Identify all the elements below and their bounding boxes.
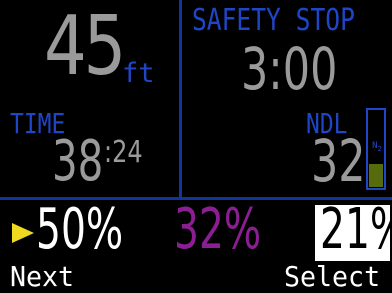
n2-gauge-fill <box>369 163 383 187</box>
n2-gauge-label: N2 <box>372 141 382 153</box>
n2-tissue-gauge: N2 <box>366 108 386 190</box>
depth-value: 45 <box>44 0 126 94</box>
dive-computer-screen: 45 ft TIME 38 :24 SAFETY STOP 3:00 NDL 3… <box>0 0 392 292</box>
safety-stop-label: SAFETY STOP <box>192 3 355 38</box>
gas-option-1[interactable]: 50% <box>36 202 123 258</box>
gas-option-2-active[interactable]: 32% <box>174 202 261 258</box>
depth-unit: ft <box>122 58 155 89</box>
triangle-right-icon <box>12 223 34 243</box>
dive-time-minutes: 38 <box>52 129 104 194</box>
ndl-value: 32 <box>311 127 366 195</box>
vertical-divider <box>179 0 182 197</box>
gas-option-3[interactable]: 21% <box>320 202 392 258</box>
dive-time-seconds: :24 <box>104 135 143 170</box>
safety-stop-timer: 3:00 <box>241 35 338 103</box>
select-button[interactable]: Select <box>284 263 380 291</box>
next-button[interactable]: Next <box>10 263 74 291</box>
